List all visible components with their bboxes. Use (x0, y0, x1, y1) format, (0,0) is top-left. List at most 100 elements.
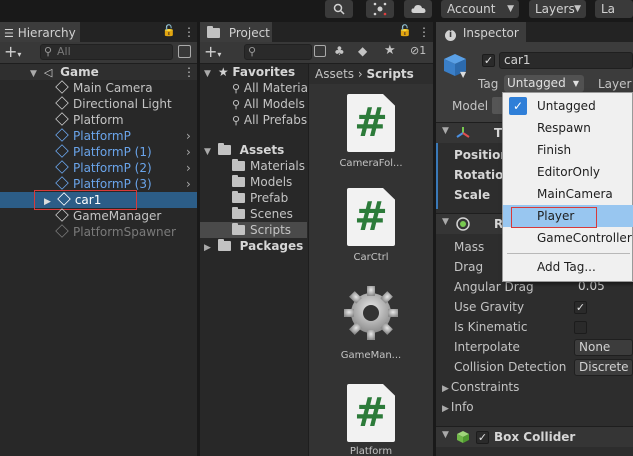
add-tag-option[interactable]: Add Tag... (503, 256, 633, 278)
hierarchy-item-label: PlatformP (2) (73, 161, 152, 175)
breadcrumb-current[interactable]: Scripts (367, 67, 414, 81)
hierarchy-item[interactable]: PlatformSpawner (0, 224, 197, 240)
tree-favorite-item[interactable]: ⚲ All Materia (200, 80, 308, 96)
mass-label: Mass (454, 240, 485, 254)
star-icon: ★ (217, 65, 229, 79)
account-dropdown[interactable]: Account ▼ (441, 0, 519, 18)
tab-inspector[interactable]: i Inspector (436, 22, 526, 42)
asset-tile[interactable]: # CarCtrl (309, 188, 434, 278)
filter-label-icon[interactable]: ◆ (358, 44, 367, 58)
favorite-star-icon[interactable]: ★ (384, 43, 396, 58)
tag-dropdown[interactable]: Untagged ▼ (504, 75, 584, 92)
interpolate-value: None (579, 340, 611, 354)
breadcrumb-root[interactable]: Assets (315, 67, 354, 81)
tag-option[interactable]: MainCamera (503, 183, 633, 205)
chevron-right-icon[interactable]: › (186, 160, 191, 176)
hierarchy-item[interactable]: Platform (0, 112, 197, 128)
box-collider-header[interactable]: ▼ ✓ Box Collider (436, 426, 633, 447)
expand-caret-icon: ▼ (442, 430, 449, 440)
tree-folder-selected[interactable]: Scripts (200, 222, 307, 238)
folder-label: Prefab (250, 191, 289, 205)
search-icon (333, 3, 345, 15)
csharp-script-icon: # (347, 94, 395, 152)
unity-scene-icon: ◁ (43, 66, 53, 79)
search-icon: ⚲ (232, 82, 241, 95)
info-foldout[interactable]: ▶ Info (442, 400, 474, 414)
gameobject-icon (55, 80, 69, 94)
hierarchy-item-label: PlatformP (3) (73, 177, 152, 191)
asset-label: GameMan... (340, 350, 402, 361)
lock-icon[interactable]: 🔓 (162, 24, 176, 37)
search-options-icon[interactable] (178, 45, 191, 58)
cloud-button[interactable] (404, 0, 432, 18)
hierarchy-item[interactable]: PlatformP (2) › (0, 160, 197, 176)
layers-dropdown[interactable]: Layers ▼ (529, 0, 586, 18)
search-placeholder: All (57, 45, 71, 58)
hierarchy-item[interactable]: PlatformP › (0, 128, 197, 144)
asset-tile[interactable]: # Platform (309, 380, 434, 456)
tag-option[interactable]: GameController (503, 227, 633, 249)
collab-button[interactable] (366, 0, 394, 18)
rigidbody-icon (456, 217, 470, 231)
constraints-label: Constraints (450, 380, 520, 394)
create-button[interactable]: +▾ (204, 42, 221, 65)
add-button[interactable]: +▾ (4, 42, 21, 65)
box-collider-enabled-checkbox[interactable]: ✓ (476, 431, 489, 444)
folder-icon (217, 239, 231, 251)
active-checkbox[interactable]: ✓ (482, 54, 495, 67)
tag-option-label: Finish (537, 143, 572, 157)
interpolate-dropdown[interactable]: None (574, 339, 633, 356)
hierarchy-item[interactable]: Main Camera (0, 80, 197, 96)
tag-option[interactable]: Finish (503, 139, 633, 161)
layout-dropdown[interactable]: La (595, 0, 633, 18)
hidden-packages-icon[interactable]: ⊘1 (410, 44, 426, 57)
is-kinematic-checkbox[interactable] (574, 321, 587, 334)
lock-icon[interactable]: 🔓 (398, 24, 412, 37)
asset-tile[interactable]: GameMan... (309, 282, 434, 372)
expand-caret-icon: ▶ (442, 404, 449, 414)
tree-folder[interactable]: Materials (200, 158, 307, 174)
tree-folder[interactable]: Prefab (200, 190, 307, 206)
search-options-icon[interactable] (314, 45, 326, 57)
constraints-foldout[interactable]: ▶ Constraints (442, 380, 519, 394)
scene-row[interactable]: ▼ ◁ Game ⋮ (0, 64, 197, 80)
tree-packages[interactable]: ▶ Packages (200, 238, 307, 254)
hierarchy-toolbar: +▾ ⚲ All (0, 42, 197, 64)
tag-option[interactable]: Respawn (503, 117, 633, 139)
chevron-right-icon[interactable]: › (186, 128, 191, 144)
chevron-down-icon[interactable]: ▼ (460, 70, 466, 79)
more-options-icon[interactable]: ⋮ (183, 26, 195, 38)
use-gravity-checkbox[interactable]: ✓ (574, 301, 587, 314)
tag-option-label: EditorOnly (537, 165, 600, 179)
project-tree: ▼ ★ Favorites ⚲ All Materia ⚲ All Models… (200, 64, 308, 456)
tag-option[interactable]: EditorOnly (503, 161, 633, 183)
project-search-input[interactable]: ⚲ (244, 44, 312, 60)
folder-icon (232, 175, 245, 187)
tree-favorite-item[interactable]: ⚲ All Models (200, 96, 307, 112)
favorite-item-label: All Models (243, 97, 305, 111)
object-name-input[interactable]: car1 (499, 52, 633, 69)
chevron-right-icon[interactable]: › (186, 176, 191, 192)
tab-project[interactable]: Project (200, 22, 272, 42)
tree-assets[interactable]: ▼ Assets (200, 142, 307, 158)
search-input[interactable]: ⚲ All (40, 44, 173, 60)
search-button[interactable] (325, 0, 353, 18)
gear-icon (344, 286, 398, 340)
collision-detection-dropdown[interactable]: Discrete (574, 359, 633, 376)
filter-type-icon[interactable]: ♣ (334, 44, 345, 58)
chevron-down-icon: ▼ (572, 79, 579, 88)
tree-favorites[interactable]: ▼ ★ Favorites (200, 64, 307, 80)
hierarchy-item[interactable]: Directional Light (0, 96, 197, 112)
scene-more-icon[interactable]: ⋮ (183, 66, 195, 78)
tab-hierarchy[interactable]: ☰ Hierarchy (0, 22, 80, 42)
chevron-right-icon[interactable]: › (186, 144, 191, 160)
hierarchy-item[interactable]: PlatformP (1) › (0, 144, 197, 160)
tag-option[interactable]: ✓ Untagged (503, 95, 633, 117)
tree-favorite-item[interactable]: ⚲ All Prefabs (200, 112, 307, 128)
more-options-icon[interactable]: ⋮ (418, 26, 430, 38)
tree-folder[interactable]: Models (200, 174, 307, 190)
layer-label: Layer (598, 77, 632, 91)
asset-tile[interactable]: # CameraFol... (309, 94, 434, 184)
hierarchy-item[interactable]: GameManager (0, 208, 197, 224)
tree-folder[interactable]: Scenes (200, 206, 307, 222)
